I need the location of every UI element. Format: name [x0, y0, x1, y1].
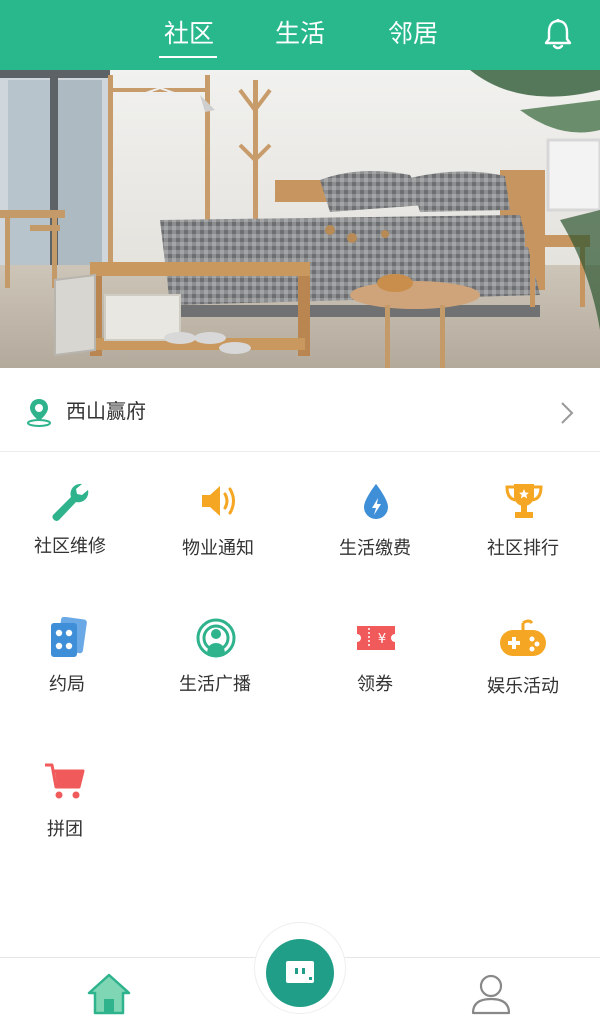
grid-label: 社区排行: [487, 538, 559, 559]
tab-community[interactable]: 社区: [164, 14, 214, 54]
grid-label: 生活缴费: [339, 538, 411, 559]
playing-cards-icon: [51, 617, 87, 657]
center-chat-button[interactable]: [266, 939, 334, 1007]
community-name: 西山赢府: [66, 399, 146, 423]
grid-item-groupbuy[interactable]: 拼团: [0, 760, 130, 870]
grid-item-meetup[interactable]: 约局: [2, 617, 132, 727]
tab-neighbors[interactable]: 邻居: [388, 14, 438, 54]
home-icon[interactable]: [86, 972, 132, 1016]
chat-icon: [286, 961, 314, 983]
community-selector[interactable]: 西山赢府: [0, 370, 600, 452]
gamepad-icon: [500, 619, 546, 656]
svg-text:¥: ¥: [378, 632, 386, 647]
grid-label: 约局: [49, 674, 85, 695]
top-tabs: 社区 生活 邻居: [0, 0, 600, 70]
grid-item-coupon[interactable]: ¥ 领券: [310, 617, 440, 727]
active-tab-indicator: [159, 56, 217, 58]
wrench-icon: [52, 483, 89, 521]
grid-label: 社区维修: [34, 536, 106, 557]
grid-item-notice[interactable]: 物业通知: [153, 480, 283, 590]
grid-item-ranking[interactable]: 社区排行: [458, 480, 588, 590]
grid-label: 娱乐活动: [487, 676, 559, 697]
grid-label: 生活广播: [179, 674, 251, 695]
location-pin-icon: [27, 399, 51, 427]
coupon-icon: ¥: [357, 626, 395, 650]
water-drop-icon: [364, 484, 388, 519]
speaker-icon: [202, 486, 235, 516]
top-header: 社区 生活 邻居: [0, 0, 600, 70]
bell-icon[interactable]: [542, 18, 574, 52]
grid-item-broadcast[interactable]: 生活广播: [150, 617, 280, 727]
grid-item-payment[interactable]: 生活缴费: [310, 480, 440, 590]
tab-life[interactable]: 生活: [275, 14, 325, 54]
grid-item-entertainment[interactable]: 娱乐活动: [458, 617, 588, 727]
grid-label: 领券: [357, 674, 393, 695]
trophy-icon: [505, 484, 543, 518]
broadcast-icon: [196, 618, 236, 658]
banner-image[interactable]: [0, 70, 600, 368]
grid-item-repair[interactable]: 社区维修: [5, 480, 135, 590]
grid-label: 物业通知: [182, 538, 254, 559]
grid-label: 拼团: [47, 819, 83, 840]
user-icon[interactable]: [470, 972, 512, 1016]
shopping-cart-icon: [45, 763, 85, 799]
chevron-right-icon: [561, 402, 574, 424]
